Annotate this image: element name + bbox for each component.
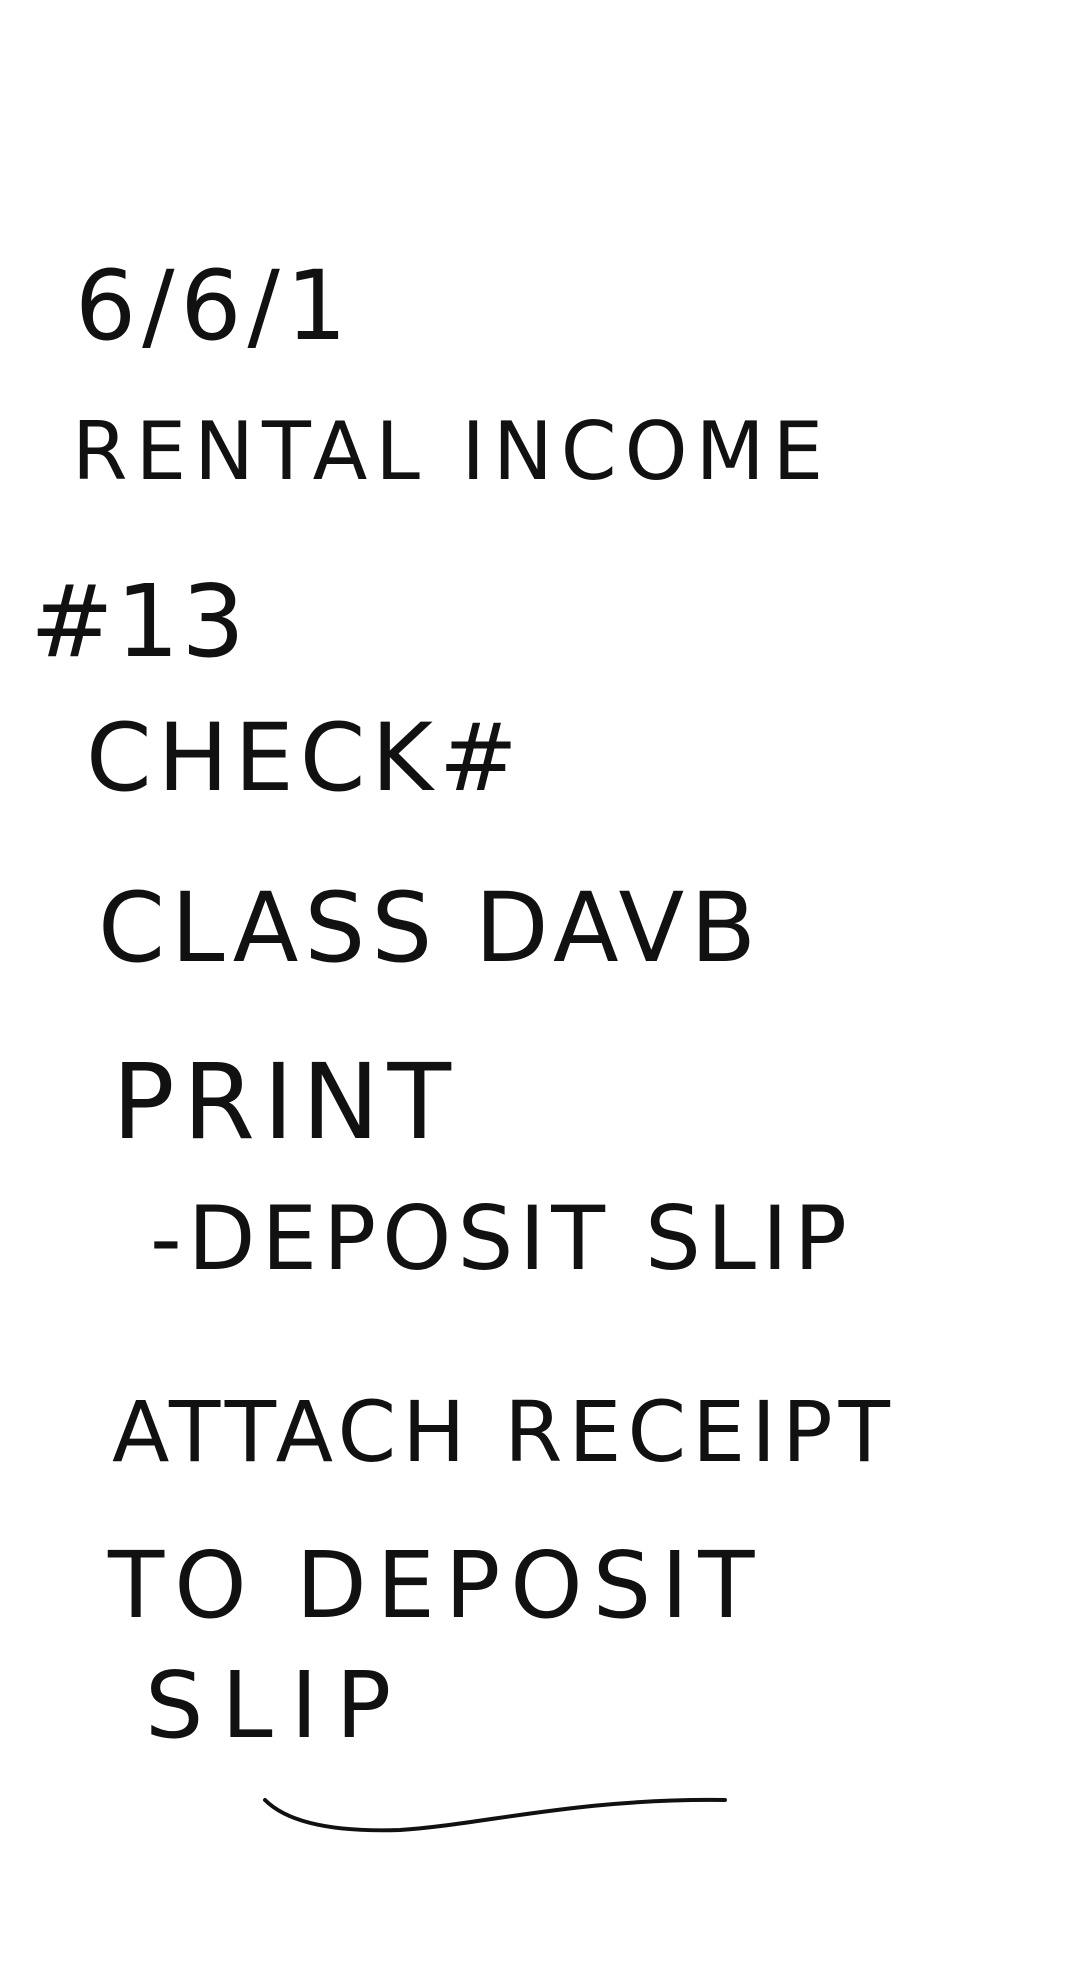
note-line-class: CLASS DAVB bbox=[98, 872, 763, 984]
note-line-deposit-slip: -DEPOSIT SLIP bbox=[150, 1187, 853, 1290]
note-line-attach-receipt: ATTACH RECEIPT bbox=[112, 1383, 896, 1481]
note-line-print: PRINT bbox=[112, 1041, 459, 1163]
note-line-slip: SLIP bbox=[145, 1652, 410, 1759]
handwritten-note: 6/6/1 RENTAL INCOME #13 CHECK# CLASS DAV… bbox=[0, 0, 1080, 1981]
note-line-to-deposit: TO DEPOSIT bbox=[108, 1532, 765, 1639]
note-line-check: CHECK# bbox=[86, 704, 524, 813]
underline-stroke bbox=[263, 1797, 727, 1833]
note-line-date: 6/6/1 bbox=[75, 250, 353, 362]
note-line-rental-income: RENTAL INCOME bbox=[72, 405, 832, 498]
note-line-number: #13 bbox=[30, 563, 248, 680]
